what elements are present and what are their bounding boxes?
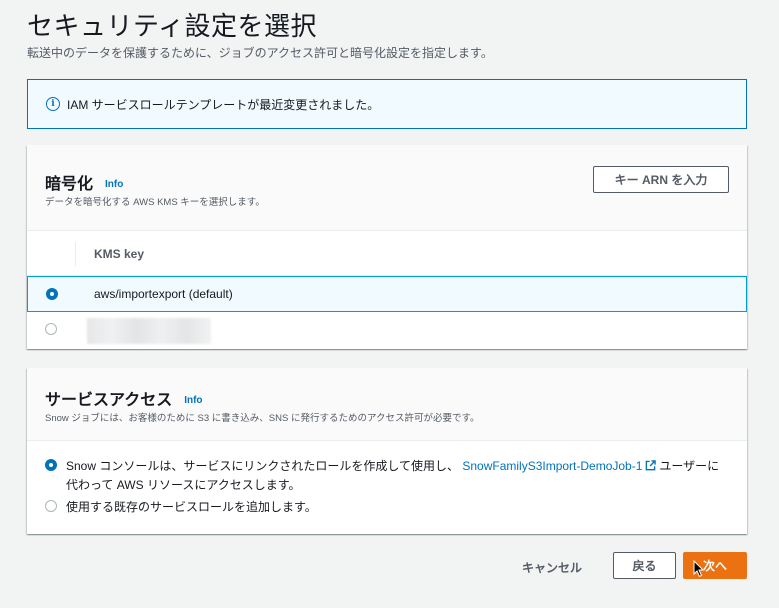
- service-access-title: サービスアクセス Info: [45, 392, 203, 409]
- existing-role-text: 使用する既存のサービスロールを追加します。: [66, 500, 317, 514]
- encryption-title: 暗号化 Info: [45, 176, 124, 193]
- kms-key-label: aws/importexport (default): [94, 287, 233, 301]
- encryption-panel-header: 暗号化 Info データを暗号化する AWS KMS キーを選択します。 キー A…: [27, 145, 747, 231]
- service-access-info-link[interactable]: Info: [184, 395, 202, 406]
- alert-text: IAM サービスロールテンプレートが最近変更されました。: [67, 97, 380, 112]
- service-access-panel: サービスアクセス Info Snow ジョブには、お客様のために S3 に書き込み…: [27, 368, 747, 534]
- info-circle-icon: i: [46, 97, 60, 111]
- external-link-icon: [646, 460, 657, 471]
- service-linked-role-radio[interactable]: [45, 459, 57, 471]
- kms-table-row-selected[interactable]: aws/importexport (default): [27, 276, 747, 312]
- kms-key-column-header: KMS key: [94, 247, 145, 261]
- mouse-cursor-icon: [693, 560, 705, 578]
- kms-table-row[interactable]: [27, 312, 747, 348]
- back-button[interactable]: 戻る: [613, 552, 676, 579]
- page-description: 転送中のデータを保護するために、ジョブのアクセス許可と暗号化設定を指定します。: [27, 46, 493, 60]
- redacted-kms-key: [87, 318, 211, 344]
- enter-key-arn-button[interactable]: キー ARN を入力: [593, 166, 729, 193]
- column-divider: [75, 242, 76, 266]
- cancel-button[interactable]: キャンセル: [522, 559, 582, 576]
- service-access-panel-header: サービスアクセス Info Snow ジョブには、お客様のために S3 に書き込み…: [27, 368, 747, 441]
- encryption-description: データを暗号化する AWS KMS キーを選択します。: [45, 197, 265, 208]
- page-title: セキュリティ設定を選択: [27, 11, 317, 41]
- service-access-description: Snow ジョブには、お客様のために S3 に書き込み、SNS に発行するための…: [45, 413, 480, 424]
- kms-row-radio[interactable]: [45, 323, 57, 335]
- existing-role-radio[interactable]: [45, 500, 57, 512]
- info-alert: i IAM サービスロールテンプレートが最近変更されました。: [27, 79, 747, 129]
- service-linked-role-text: Snow コンソールは、サービスにリンクされたロールを作成して使用し、 Snow…: [66, 459, 720, 492]
- kms-table-header: KMS key: [27, 232, 747, 276]
- encryption-info-link[interactable]: Info: [105, 179, 123, 190]
- kms-row-radio-selected[interactable]: [46, 288, 58, 300]
- encryption-panel: 暗号化 Info データを暗号化する AWS KMS キーを選択します。 キー A…: [27, 145, 747, 349]
- service-role-link[interactable]: SnowFamilyS3Import-DemoJob-1: [462, 459, 642, 473]
